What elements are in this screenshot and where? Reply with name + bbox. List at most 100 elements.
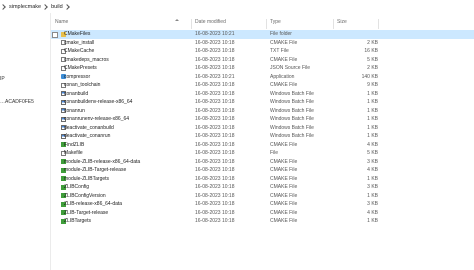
nav-item-network-device[interactable]: …ACADF0FE5 (0, 99, 34, 105)
file-row[interactable]: CMakeFiles 16-08-2023 10:21 File folder (51, 30, 474, 39)
column-separator[interactable] (266, 19, 267, 29)
breadcrumb-item-build[interactable]: build (51, 4, 63, 10)
column-header-type[interactable]: Type (270, 19, 281, 25)
file-name: CMakeFiles (64, 31, 91, 37)
file-size: 3 KB (367, 184, 378, 190)
file-row[interactable]: cmakedeps_macros 16-08-2023 10:18 CMAKE Fi… (51, 56, 474, 65)
file-name: ZLIB-release-x86_64-data (64, 201, 123, 207)
file-date-modified: 16-08-2023 10:18 (195, 107, 235, 114)
column-header-name[interactable]: Name (55, 19, 68, 25)
file-row[interactable]: conanrunenv-release-x86_64 16-08-2023 10:… (51, 115, 474, 124)
file-size: 5 KB (367, 56, 378, 63)
file-row[interactable]: conanbuildenv-release-x86_64 16-08-2023 1… (51, 98, 474, 107)
file-row[interactable]: CMakeCache 16-08-2023 10:18 TXT File 16 KB (51, 47, 474, 56)
file-row[interactable]: ZLIB-release-x86_64-data 16-08-2023 10:18… (51, 200, 474, 209)
file-name: compressor (64, 73, 91, 80)
file-row[interactable]: compressor 16-08-2023 10:21 Application 140… (51, 73, 474, 82)
column-header-date[interactable]: Date modified (195, 19, 226, 25)
breadcrumb-item-simplecmake[interactable]: simplecmake (9, 4, 41, 10)
file-date-modified: 16-08-2023 10:21 (195, 73, 235, 80)
file-type: Windows Batch File (270, 116, 314, 122)
file-name: FindZLIB (64, 141, 85, 148)
file-row[interactable]: conanbuild 16-08-2023 10:18 Windows Batch … (51, 90, 474, 99)
file-name: deactivate_conanrun (64, 133, 111, 139)
file-row[interactable]: Makefile 16-08-2023 10:18 File 5 KB (51, 149, 474, 158)
file-date-modified: 16-08-2023 10:18 (195, 90, 235, 97)
chevron-right-icon (42, 3, 48, 10)
file-date-modified: 16-08-2023 10:18 (195, 65, 235, 71)
file-type: CMAKE File (270, 141, 298, 148)
file-size: 1 KB (367, 90, 378, 97)
file-name: CMakeCache (64, 48, 95, 54)
file-type: CMAKE File (270, 82, 298, 88)
file-name: deactivate_conanbuild (64, 124, 114, 131)
file-size: 9 KB (367, 82, 378, 88)
file-name: ZLIBTargets (64, 218, 91, 224)
file-row[interactable]: CMakePresets 16-08-2023 10:18 JSON Source … (51, 64, 474, 73)
file-row[interactable]: ZLIBTargets 16-08-2023 10:18 CMAKE File 1 K… (51, 217, 474, 226)
column-header-size[interactable]: Size (337, 19, 347, 25)
file-row[interactable]: deactivate_conanbuild 16-08-2023 10:18 Win… (51, 124, 474, 133)
column-separator[interactable] (378, 19, 379, 29)
file-row[interactable]: ZLIBConfig 16-08-2023 10:18 CMAKE File 3 KB (51, 183, 474, 192)
file-date-modified: 16-08-2023 10:18 (195, 218, 235, 224)
file-type: Windows Batch File (270, 133, 314, 139)
file-date-modified: 16-08-2023 10:18 (195, 192, 235, 199)
file-date-modified: 16-08-2023 10:18 (195, 201, 235, 207)
file-date-modified: 16-08-2023 10:18 (195, 175, 235, 182)
file-row[interactable]: ZLIBConfigVersion 16-08-2023 10:18 CMAKE F… (51, 192, 474, 201)
file-name: conanrunenv-release-x86_64 (64, 116, 130, 122)
file-name: ZLIB-Target-release (64, 209, 109, 216)
file-size: 1 KB (367, 192, 378, 199)
file-size: 140 KB (361, 73, 378, 80)
file-name: conanbuild (64, 90, 89, 97)
file-size: 2 KB (367, 39, 378, 46)
file-size: 1 KB (367, 133, 378, 139)
file-row[interactable]: module-ZLIB-release-x86_64-data 16-08-202… (51, 158, 474, 167)
file-name: CMakePresets (64, 65, 97, 71)
file-date-modified: 16-08-2023 10:18 (195, 116, 235, 122)
file-name: Makefile (64, 150, 83, 156)
file-size: 16 KB (364, 48, 378, 54)
file-date-modified: 16-08-2023 10:18 (195, 99, 235, 105)
column-separator[interactable] (333, 19, 334, 29)
file-type: Windows Batch File (270, 124, 314, 131)
file-row[interactable]: conan_toolchain 16-08-2023 10:18 CMAKE Fil… (51, 81, 474, 90)
file-name: module-ZLIBTargets (64, 175, 110, 182)
file-row[interactable]: FindZLIB 16-08-2023 10:18 CMAKE File 4 KB (51, 141, 474, 150)
file-row[interactable]: deactivate_conanrun 16-08-2023 10:18 Windo… (51, 132, 474, 141)
row-checkbox[interactable] (52, 31, 58, 38)
file-type: CMAKE File (270, 167, 298, 173)
file-type: JSON Source File (270, 65, 311, 71)
file-size: 1 KB (367, 218, 378, 224)
navigation-pane: IP …ACADF0FE5 (0, 13, 50, 270)
file-type: Windows Batch File (270, 90, 314, 97)
file-size: 1 KB (367, 175, 378, 182)
file-date-modified: 16-08-2023 10:18 (195, 141, 235, 148)
column-header: Name Date modified Type Size (51, 16, 474, 29)
file-name: ZLIBConfigVersion (64, 192, 106, 199)
file-row[interactable]: module-ZLIBTargets 16-08-2023 10:18 CMAKE … (51, 175, 474, 184)
chevron-right-icon (0, 3, 6, 10)
file-type: CMAKE File (270, 39, 298, 46)
file-row[interactable]: conanrun 16-08-2023 10:18 Windows Batch Fi… (51, 107, 474, 116)
file-name: cmake_install (64, 39, 95, 46)
file-row[interactable]: ZLIB-Target-release 16-08-2023 10:18 CMAKE… (51, 209, 474, 218)
file-type: CMAKE File (270, 209, 298, 216)
file-date-modified: 16-08-2023 10:18 (195, 124, 235, 131)
nav-item-ip[interactable]: IP (0, 76, 5, 82)
file-row[interactable]: cmake_install 16-08-2023 10:18 CMAKE File 2… (51, 39, 474, 48)
file-size: 5 KB (367, 150, 378, 156)
file-type: CMAKE File (270, 192, 298, 199)
file-row[interactable]: module-ZLIB-Target-release 16-08-2023 10:… (51, 166, 474, 175)
file-size: 2 KB (367, 65, 378, 71)
file-date-modified: 16-08-2023 10:18 (195, 209, 235, 216)
file-date-modified: 16-08-2023 10:18 (195, 82, 235, 88)
file-size: 1 KB (367, 124, 378, 131)
file-name: cmakedeps_macros (64, 56, 109, 63)
column-separator[interactable] (191, 19, 192, 29)
file-size: 4 KB (367, 167, 378, 173)
file-date-modified: 16-08-2023 10:18 (195, 133, 235, 139)
file-type: CMAKE File (270, 158, 298, 165)
breadcrumb: simplecmake build (0, 0, 474, 13)
